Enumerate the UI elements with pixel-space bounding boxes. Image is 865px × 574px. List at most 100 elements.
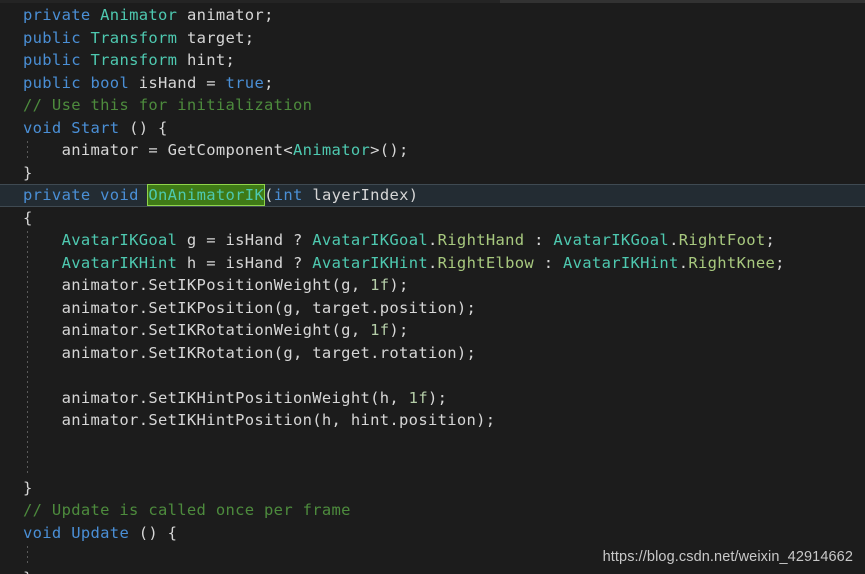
code-keyword: true <box>225 73 265 92</box>
code-line[interactable]: AvatarIKHint h = isHand ? AvatarIKHint.R… <box>0 252 865 275</box>
code-editor-text-area[interactable]: private Animator animator; public Transfo… <box>0 0 865 574</box>
code-type: AvatarIKHint <box>312 253 428 272</box>
code-text: animator.SetIKHintPosition(h, hint.posit… <box>23 411 496 429</box>
code-text: target; <box>177 28 255 47</box>
code-text: animator = GetComponent< <box>23 141 293 159</box>
code-keyword: Update <box>71 523 130 542</box>
code-line[interactable]: animator.SetIKRotationWeight(g, 1f); <box>0 319 865 342</box>
code-text: } <box>23 163 33 182</box>
code-editor-screenshot: private Animator animator; public Transfo… <box>0 0 865 574</box>
code-type: Animator <box>100 6 178 24</box>
code-text: ; <box>765 231 776 249</box>
code-line[interactable]: } <box>0 477 865 500</box>
code-text: animator.SetIKHintPositionWeight(h, <box>23 388 409 407</box>
code-text: { <box>23 208 33 227</box>
code-type: Animator <box>292 141 371 159</box>
code-enum-member: RightFoot <box>678 231 766 249</box>
code-text: : <box>534 253 563 272</box>
code-keyword: int <box>273 186 303 204</box>
code-keyword: private <box>23 6 91 24</box>
code-line[interactable] <box>0 454 865 477</box>
code-number: 1f <box>370 321 390 339</box>
code-text: . <box>427 231 438 249</box>
code-line[interactable]: animator.SetIKPositionWeight(g, 1f); <box>0 274 865 297</box>
code-line[interactable]: animator = GetComponent<Animator>(); <box>0 139 865 162</box>
code-line[interactable]: { <box>0 207 865 230</box>
code-text: ; <box>775 253 785 272</box>
code-text: . <box>669 231 679 249</box>
code-text: } <box>23 478 33 497</box>
code-keyword: public <box>23 51 81 69</box>
code-line[interactable]: public bool isHand = true; <box>0 72 865 95</box>
code-line[interactable]: animator.SetIKHintPositionWeight(h, 1f); <box>0 387 865 410</box>
code-comment: // Update is called once per frame <box>23 501 351 519</box>
highlighted-symbol[interactable]: OnAnimatorIK <box>147 184 266 206</box>
code-text: h = isHand ? <box>177 253 313 272</box>
code-line[interactable]: public Transform target; <box>0 27 865 50</box>
code-line[interactable] <box>0 432 865 455</box>
code-type: AvatarIKGoal <box>553 231 670 249</box>
code-line[interactable]: } <box>0 162 865 185</box>
code-line[interactable]: // Update is called once per frame <box>0 499 865 522</box>
code-keyword: void <box>23 118 62 137</box>
code-enum-member: RightHand <box>437 231 525 249</box>
code-type: Transform <box>90 28 178 47</box>
code-number: 1f <box>408 388 428 407</box>
code-type: AvatarIKGoal <box>61 231 178 249</box>
code-line[interactable]: animator.SetIKRotation(g, target.rotatio… <box>0 342 865 365</box>
code-keyword: void <box>23 523 62 542</box>
code-line-active[interactable]: private void OnAnimatorIK(int layerIndex… <box>0 184 865 207</box>
code-text: ); <box>427 388 448 407</box>
code-text: ); <box>389 276 409 294</box>
code-line[interactable]: void Start () { <box>0 117 865 140</box>
code-text: animator.SetIKPositionWeight(g, <box>23 276 371 294</box>
code-line[interactable]: public Transform hint; <box>0 49 865 72</box>
code-line[interactable]: } <box>0 567 865 574</box>
code-text: . <box>678 253 689 272</box>
code-text: animator.SetIKRotationWeight(g, <box>23 321 371 339</box>
code-text: : <box>524 231 554 249</box>
code-enum-member: RightKnee <box>688 253 776 272</box>
code-type: AvatarIKHint <box>61 253 178 272</box>
code-type: AvatarIKGoal <box>312 231 428 249</box>
code-keyword: public <box>23 73 81 92</box>
code-text: . <box>427 253 438 272</box>
code-text: ; <box>264 73 274 92</box>
watermark-url: https://blog.csdn.net/weixin_42914662 <box>602 549 853 565</box>
code-line[interactable]: // Use this for initialization <box>0 94 865 117</box>
code-enum-member: RightElbow <box>437 253 535 272</box>
code-text: } <box>23 569 33 574</box>
code-keyword: bool <box>90 73 130 92</box>
code-text: () { <box>119 118 168 137</box>
code-text: ); <box>389 321 409 339</box>
code-line[interactable]: animator.SetIKHintPosition(h, hint.posit… <box>0 409 865 432</box>
code-text: animator.SetIKRotation(g, target.rotatio… <box>23 343 477 362</box>
code-type: AvatarIKHint <box>563 253 679 272</box>
code-keyword: private <box>23 186 91 204</box>
code-keyword: public <box>23 28 81 47</box>
code-text: >(); <box>370 141 409 159</box>
code-text: hint; <box>177 51 236 69</box>
code-line[interactable] <box>0 364 865 387</box>
code-line[interactable]: animator.SetIKPosition(g, target.positio… <box>0 297 865 320</box>
code-number: 1f <box>370 276 390 294</box>
code-keyword: void <box>100 186 139 204</box>
code-line[interactable]: private Animator animator; <box>0 4 865 27</box>
code-text: animator.SetIKPosition(g, target.positio… <box>23 298 477 317</box>
code-text: () { <box>129 523 178 542</box>
code-comment: // Use this for initialization <box>23 96 313 114</box>
code-text: g = isHand ? <box>177 231 313 249</box>
code-line[interactable]: void Update () { <box>0 522 865 545</box>
code-line[interactable]: AvatarIKGoal g = isHand ? AvatarIKGoal.R… <box>0 229 865 252</box>
code-text: layerIndex) <box>302 186 419 204</box>
